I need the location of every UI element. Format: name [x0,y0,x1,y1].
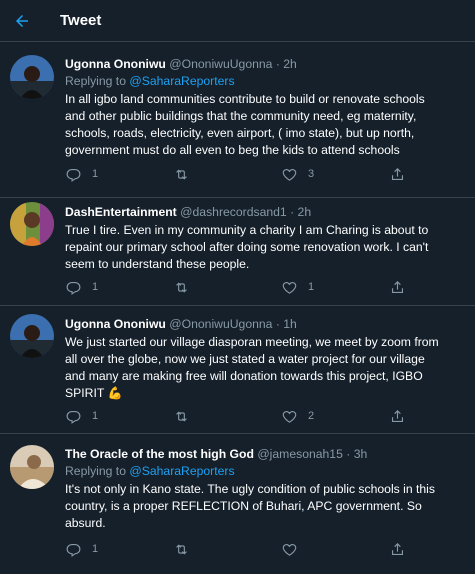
replying-to-prefix: Replying to [65,464,130,478]
replying-to: Replying to @SaharaReporters [65,463,465,480]
reply-button[interactable]: 1 [65,540,173,558]
author-name[interactable]: Ugonna Ononiwu [65,317,166,331]
author-handle[interactable]: @jamesonah15 [257,447,343,461]
tweet-actions: 1 1 [65,278,445,296]
reply-icon [66,410,81,424]
like-button[interactable]: 3 [281,165,389,183]
reply-button[interactable]: 1 [65,165,173,183]
avatar-photo [10,55,54,99]
retweet-icon [176,410,187,422]
retweet-icon [176,543,187,555]
tweet[interactable]: The Oracle of the most high God @jameson… [0,434,475,574]
avatar[interactable] [10,314,54,358]
like-icon [282,410,297,423]
author-name[interactable]: Ugonna Ononiwu [65,57,166,71]
timestamp[interactable]: 2h [283,57,297,71]
tweet-header: DashEntertainment @dashrecordsand1 · 2h [65,205,312,219]
reply-button[interactable]: 1 [65,407,173,425]
retweet-button[interactable] [173,165,281,183]
flexed-biceps-emoji: 💪 [107,386,123,400]
like-button[interactable] [281,540,389,558]
tweet-text: It's not only in Kano state. The ugly co… [65,482,435,530]
mention-link[interactable]: @SaharaReporters [129,74,234,88]
timestamp[interactable]: 3h [354,447,368,461]
like-icon [282,543,297,556]
back-button[interactable] [9,8,35,34]
tweet[interactable]: Ugonna Ononiwu @OnoniwuUgonna · 1h We ju… [0,306,475,434]
like-icon [282,281,297,294]
share-button[interactable] [389,540,419,558]
back-arrow-icon [16,14,28,27]
reply-count: 1 [92,168,99,180]
top-bar: Tweet [0,0,475,42]
reply-count: 1 [92,410,99,422]
avatar[interactable] [10,55,54,99]
mention-link[interactable]: @SaharaReporters [129,464,234,478]
tweet[interactable]: DashEntertainment @dashrecordsand1 · 2h … [0,198,475,306]
timestamp[interactable]: 2h [298,205,312,219]
reply-button[interactable]: 1 [65,278,173,296]
avatar-photo [10,314,54,358]
author-name[interactable]: The Oracle of the most high God [65,447,254,461]
like-button[interactable]: 2 [281,407,389,425]
avatar-photo [10,445,54,489]
share-icon [391,167,404,180]
timestamp[interactable]: 1h [283,317,297,331]
like-button[interactable]: 1 [281,278,389,296]
reply-count: 1 [92,543,99,555]
tweet-text: In all igbo land communities contribute … [65,92,425,157]
retweet-button[interactable] [173,278,281,296]
tweet[interactable]: Ugonna Ononiwu @OnoniwuUgonna · 2h Reply… [0,42,475,198]
retweet-button[interactable] [173,540,281,558]
reply-icon [66,543,81,557]
page-title: Tweet [60,12,102,29]
author-handle[interactable]: @OnoniwuUgonna [169,317,272,331]
like-count: 2 [308,410,315,422]
share-button[interactable] [389,278,419,296]
share-icon [391,409,404,422]
share-icon [391,280,404,293]
tweet-header: Ugonna Ononiwu @OnoniwuUgonna · 1h [65,317,297,331]
tweet-text: We just started our village diasporan me… [65,334,465,402]
share-button[interactable] [389,165,419,183]
reply-icon [66,281,81,295]
replying-to: Replying to @SaharaReporters [65,73,465,90]
replying-to-prefix: Replying to [65,74,130,88]
tweet-actions: 1 [65,540,445,558]
tweet-actions: 1 3 [65,165,445,183]
like-icon [282,168,297,181]
like-count: 1 [308,281,315,293]
author-name[interactable]: DashEntertainment [65,205,177,219]
tweet-header: Ugonna Ononiwu @OnoniwuUgonna · 2h [65,57,297,71]
avatar-photo [10,202,54,246]
share-button[interactable] [389,407,419,425]
author-handle[interactable]: @dashrecordsand1 [180,205,287,219]
like-count: 3 [308,168,315,180]
retweet-icon [176,168,187,180]
avatar[interactable] [10,202,54,246]
retweet-icon [176,281,187,293]
reply-count: 1 [92,281,99,293]
avatar[interactable] [10,445,54,489]
retweet-button[interactable] [173,407,281,425]
tweet-header: The Oracle of the most high God @jameson… [65,447,368,461]
author-handle[interactable]: @OnoniwuUgonna [169,57,272,71]
share-icon [391,542,404,555]
tweet-actions: 1 2 [65,407,445,425]
tweet-text: True I tire. Even in my community a char… [65,223,429,271]
reply-icon [66,168,81,182]
